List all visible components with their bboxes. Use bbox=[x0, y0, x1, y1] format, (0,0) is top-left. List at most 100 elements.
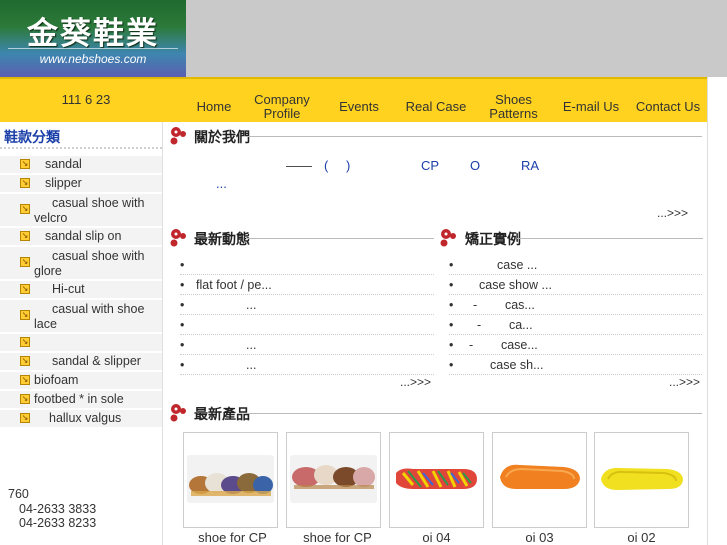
news-item[interactable]: • ... bbox=[180, 355, 434, 375]
logo-url: www.nebshoes.com bbox=[39, 52, 147, 66]
sidebar-item-footbed[interactable]: ↘ footbed * in sole bbox=[0, 391, 162, 409]
about-text-cp: CP bbox=[421, 158, 440, 173]
product-card[interactable] bbox=[286, 432, 381, 528]
bullet-icon: • bbox=[180, 338, 185, 352]
sidebar-item-label: sandal bbox=[45, 157, 82, 171]
about-text-paren-close: ) bbox=[346, 158, 351, 173]
sidebar-item-sandal-slipper[interactable]: ↘ sandal & slipper bbox=[0, 353, 162, 371]
case-item[interactable]: • - case... bbox=[449, 335, 702, 355]
product-label[interactable]: oi 02 bbox=[594, 530, 689, 545]
contact-address: 760 04-2633 3833 04-2633 8233 bbox=[8, 487, 96, 531]
arrow-icon: ↘ bbox=[20, 204, 30, 214]
product-label[interactable]: oi 03 bbox=[492, 530, 587, 545]
product-label[interactable]: oi 04 bbox=[389, 530, 484, 545]
case-item[interactable]: • - cas... bbox=[449, 295, 702, 315]
product-image-insole bbox=[393, 455, 480, 503]
product-card[interactable] bbox=[594, 432, 689, 528]
news-item[interactable]: • flat foot / pe... bbox=[180, 275, 434, 295]
news-title: 最新動態 bbox=[194, 232, 250, 248]
sidebar-item-hi-cut[interactable]: ↘ Hi-cut bbox=[0, 281, 162, 299]
sidebar-item-sandal[interactable]: ↘ sandal bbox=[0, 156, 162, 174]
page: 金葵鞋業 www.nebshoes.com 111 6 23 Home Comp… bbox=[0, 0, 727, 545]
arrow-icon: ↘ bbox=[20, 231, 30, 241]
news-item[interactable]: • bbox=[180, 255, 434, 275]
logo-title: 金葵鞋業 bbox=[27, 16, 159, 52]
arrow-icon: ↘ bbox=[20, 310, 30, 320]
product-card[interactable] bbox=[492, 432, 587, 528]
arrow-icon: ↘ bbox=[20, 394, 30, 404]
products-title: 最新產品 bbox=[194, 407, 250, 423]
sidebar-item-casual-glore[interactable]: ↘ casual shoe with glore bbox=[0, 247, 162, 280]
case-item[interactable]: • case show ... bbox=[449, 275, 702, 295]
bullet-icon: • bbox=[449, 298, 454, 312]
nav-bar-rule bbox=[0, 77, 707, 79]
sidebar-item-label: footbed * in sole bbox=[34, 392, 124, 406]
bullet-icon: • bbox=[180, 358, 185, 372]
bullet-icon: • bbox=[449, 258, 454, 272]
news-rule bbox=[246, 238, 434, 239]
about-text-ra: RA bbox=[521, 158, 540, 173]
nav-real-case[interactable]: Real Case bbox=[401, 92, 471, 122]
about-title: 關於我們 bbox=[194, 130, 250, 146]
arrow-icon: ↘ bbox=[20, 375, 30, 385]
cases-rule bbox=[517, 238, 703, 239]
news-more-link[interactable]: ...>>> bbox=[400, 375, 431, 389]
cases-more-link[interactable]: ...>>> bbox=[669, 375, 700, 389]
bullet-icon: • bbox=[449, 318, 454, 332]
news-item[interactable]: • bbox=[180, 315, 434, 335]
bullet-icon: • bbox=[180, 258, 185, 272]
nav-shoes-patterns[interactable]: Shoes Patterns bbox=[486, 92, 541, 122]
product-label[interactable]: shoe for CP bbox=[290, 530, 385, 545]
header-phone: 111 6 23 bbox=[61, 92, 111, 107]
bullet-icon: • bbox=[180, 298, 185, 312]
sidebar-item-blank[interactable]: ↘ bbox=[0, 334, 162, 352]
about-text-ellipsis: ... bbox=[216, 176, 227, 191]
products-rule bbox=[246, 413, 702, 414]
sidebar-item-slipper[interactable]: ↘ slipper bbox=[0, 175, 162, 193]
product-image-shoes bbox=[187, 455, 274, 503]
arrow-icon: ↘ bbox=[20, 159, 30, 169]
address-phone: 04-2633 3833 bbox=[19, 501, 97, 516]
bullet-icon: • bbox=[180, 278, 185, 292]
sidebar-item-label: biofoam bbox=[34, 373, 79, 387]
news-item[interactable]: • ... bbox=[180, 335, 434, 355]
case-item[interactable]: • case sh... bbox=[449, 355, 702, 375]
sidebar-title: 鞋款分類 bbox=[4, 130, 60, 146]
address-postcode: 760 bbox=[8, 487, 29, 501]
bullet-icon: • bbox=[180, 318, 185, 332]
about-more-link[interactable]: ...>>> bbox=[657, 206, 688, 220]
sidebar-item-label: casual shoe with glore bbox=[34, 249, 145, 278]
right-margin-strip bbox=[707, 77, 727, 545]
arrow-icon: ↘ bbox=[20, 257, 30, 267]
about-text-o: O bbox=[470, 158, 481, 173]
sidebar-item-casual-velcro[interactable]: ↘ casual shoe with velcro bbox=[0, 194, 162, 227]
product-card[interactable] bbox=[183, 432, 278, 528]
nav-company-profile[interactable]: Company Profile bbox=[250, 92, 314, 122]
section-bullet-icon bbox=[170, 404, 186, 422]
nav-contact-us[interactable]: Contact Us bbox=[632, 92, 704, 122]
sidebar-item-casual-lace[interactable]: ↘ casual with shoe lace bbox=[0, 300, 162, 333]
sidebar-item-label: casual with shoe lace bbox=[34, 302, 145, 331]
header-banner bbox=[186, 0, 727, 77]
nav-home[interactable]: Home bbox=[190, 92, 238, 122]
sidebar-item-biofoam[interactable]: ↘ biofoam bbox=[0, 372, 162, 390]
address-fax: 04-2633 8233 bbox=[19, 516, 97, 530]
product-label[interactable]: shoe for CP bbox=[185, 530, 280, 545]
about-rule bbox=[246, 136, 702, 137]
nav-events[interactable]: Events bbox=[334, 92, 384, 122]
product-card[interactable] bbox=[389, 432, 484, 528]
arrow-icon: ↘ bbox=[20, 337, 30, 347]
arrow-icon: ↘ bbox=[20, 284, 30, 294]
sidebar-item-sandal-slip-on[interactable]: ↘ sandal slip on bbox=[0, 228, 162, 246]
arrow-icon: ↘ bbox=[20, 356, 30, 366]
case-item[interactable]: • case ... bbox=[449, 255, 702, 275]
bullet-icon: • bbox=[449, 278, 454, 292]
news-item[interactable]: • ... bbox=[180, 295, 434, 315]
site-logo[interactable]: 金葵鞋業 www.nebshoes.com bbox=[0, 0, 186, 77]
section-bullet-icon bbox=[440, 229, 456, 247]
sidebar-item-hallux-valgus[interactable]: ↘ hallux valgus bbox=[0, 410, 162, 428]
nav-email-us[interactable]: E-mail Us bbox=[558, 92, 624, 122]
sidebar-item-label: slipper bbox=[45, 176, 82, 190]
arrow-icon: ↘ bbox=[20, 178, 30, 188]
case-item[interactable]: • - ca... bbox=[449, 315, 702, 335]
